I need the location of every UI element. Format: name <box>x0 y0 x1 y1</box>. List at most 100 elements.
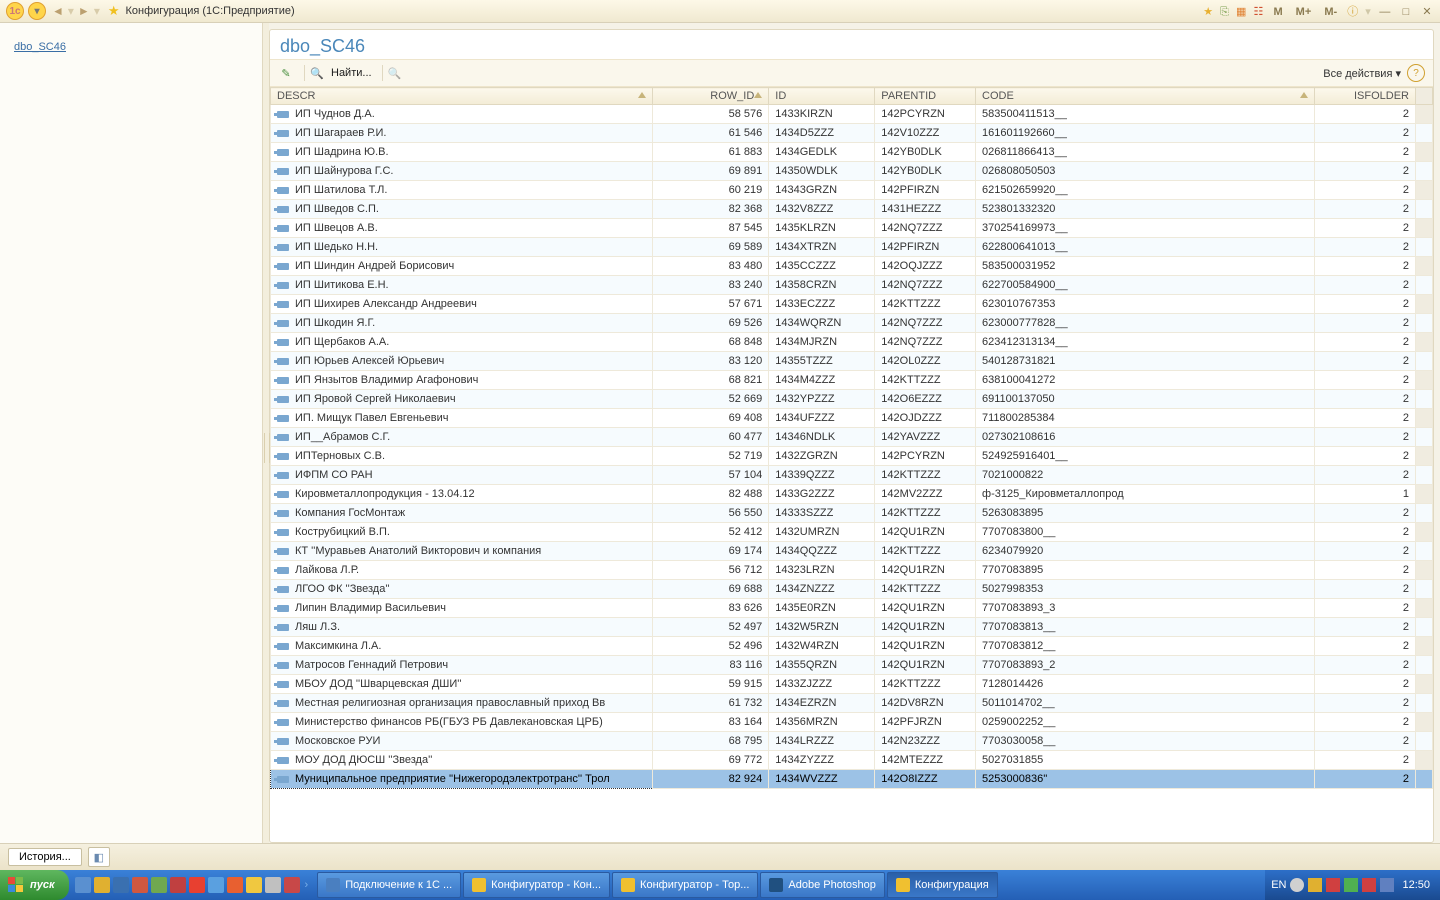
ql-icon[interactable] <box>113 877 129 893</box>
clear-search-icon[interactable]: 🔍 <box>387 65 403 81</box>
link-icon[interactable]: ⎘ <box>1220 6 1229 18</box>
table-row[interactable]: ИП Шадрина Ю.В.61 8831434GEDLK142YB0DLK0… <box>271 143 1433 162</box>
row-icon <box>277 453 289 460</box>
table-row[interactable]: Местная религиозная организация правосла… <box>271 694 1433 713</box>
table-row[interactable]: ИП. Мищук Павел Евгеньевич69 4081434UFZZ… <box>271 409 1433 428</box>
table-row[interactable]: ИП Швецов А.В.87 5451435KLRZN142NQ7ZZZ37… <box>271 219 1433 238</box>
table-row[interactable]: Матросов Геннадий Петрович83 11614355QRZ… <box>271 656 1433 675</box>
table-row[interactable]: Министерство финансов РБ(ГБУЗ РБ Давлека… <box>271 713 1433 732</box>
table-row[interactable]: ИП Янзытов Владимир Агафонович68 8211434… <box>271 371 1433 390</box>
table-row[interactable]: ИП Шихирев Александр Андреевич57 6711433… <box>271 295 1433 314</box>
taskbar-task[interactable]: Подключение к 1С ... <box>317 872 461 898</box>
forward-sub-icon[interactable]: ▾ <box>94 4 100 18</box>
table-row[interactable]: ИП Шатилова Т.Л.60 21914343GRZN142PFIRZN… <box>271 181 1433 200</box>
table-row[interactable]: ИП Шайнурова Г.С.69 89114350WDLK142YB0DL… <box>271 162 1433 181</box>
fav-add-icon[interactable]: ★ <box>1203 6 1213 18</box>
back-icon[interactable]: ◄ <box>52 4 64 18</box>
back-sub-icon[interactable]: ▾ <box>68 4 74 18</box>
col-parentid[interactable]: PARENTID <box>875 88 976 105</box>
table-row[interactable]: Компания ГосМонтаж56 55014333SZZZ142KTTZ… <box>271 504 1433 523</box>
find-button[interactable]: Найти... <box>331 67 372 79</box>
table-row[interactable]: ИП Шитикова Е.Н.83 24014358CRZN142NQ7ZZZ… <box>271 276 1433 295</box>
table-row[interactable]: ИП Юрьев Алексей Юрьевич83 12014355TZZZ1… <box>271 352 1433 371</box>
col-isfolder[interactable]: ISFOLDER <box>1315 88 1416 105</box>
table-row[interactable]: Лайкова Л.Р.56 71214323LRZN142QU1RZN7707… <box>271 561 1433 580</box>
start-button[interactable]: пуск <box>0 870 69 900</box>
dropdown-icon[interactable]: ▾ <box>28 2 46 20</box>
ql-icon[interactable] <box>208 877 224 893</box>
ql-icon[interactable] <box>170 877 186 893</box>
table-row[interactable]: ИП Шагараев Р.И.61 5461434D5ZZZ142V10ZZZ… <box>271 124 1433 143</box>
splitter[interactable] <box>263 23 269 843</box>
col-code[interactable]: CODE <box>976 88 1315 105</box>
search-icon[interactable]: 🔍 <box>309 65 325 81</box>
table-row[interactable]: Липин Владимир Васильевич83 6261435E0RZN… <box>271 599 1433 618</box>
m-minus-button[interactable]: M- <box>1321 6 1340 18</box>
table-row[interactable]: ИП Щербаков А.А.68 8481434MJRZN142NQ7ZZZ… <box>271 333 1433 352</box>
ql-icon[interactable] <box>265 877 281 893</box>
table-row[interactable]: ИП Шедько Н.Н.69 5891434XTRZN142PFIRZN62… <box>271 238 1433 257</box>
sidebar-link[interactable]: dbo_SC46 <box>14 41 66 53</box>
table-row[interactable]: КТ ''Муравьев Анатолий Викторович и комп… <box>271 542 1433 561</box>
table-row[interactable]: Московское РУИ68 7951434LRZZZ142N23ZZZ77… <box>271 732 1433 751</box>
calc-icon[interactable]: ▦ <box>1236 6 1246 18</box>
table-row[interactable]: Максимкина Л.А.52 4961432W4RZN142QU1RZN7… <box>271 637 1433 656</box>
tray-icon[interactable] <box>1308 878 1322 892</box>
ql-icon[interactable] <box>246 877 262 893</box>
clock[interactable]: 12:50 <box>1402 879 1430 891</box>
table-row[interactable]: МБОУ ДОД ''Шварцевская ДШИ''59 9151433ZJ… <box>271 675 1433 694</box>
minimize-button[interactable]: — <box>1378 6 1392 18</box>
table-row[interactable]: ИП Шиндин Андрей Борисович83 4801435CCZZ… <box>271 257 1433 276</box>
table-row[interactable]: ИП Шведов С.П.82 3681432V8ZZZ1431HEZZZ52… <box>271 200 1433 219</box>
table-row[interactable]: ЛГОО ФК ''Звезда''69 6881434ZNZZZ142KTTZ… <box>271 580 1433 599</box>
ql-icon[interactable] <box>227 877 243 893</box>
col-rowid[interactable]: ROW_ID <box>652 88 769 105</box>
ql-icon[interactable] <box>151 877 167 893</box>
table-row[interactable]: Ляш Л.З.52 4971432W5RZN142QU1RZN77070838… <box>271 618 1433 637</box>
col-id[interactable]: ID <box>769 88 875 105</box>
tray-icon[interactable] <box>1380 878 1394 892</box>
scrollbar[interactable] <box>1416 88 1433 105</box>
row-icon <box>277 149 289 156</box>
table-row[interactable]: Кировметаллопродукция - 13.04.1282 48814… <box>271 485 1433 504</box>
task-icon <box>472 878 486 892</box>
maximize-button[interactable]: □ <box>1399 6 1413 18</box>
calendar-icon[interactable]: ☷ <box>1254 6 1264 18</box>
table-row[interactable]: МОУ ДОД ДЮСШ ''Звезда''69 7721434ZYZZZ14… <box>271 751 1433 770</box>
col-descr[interactable]: DESCR <box>271 88 653 105</box>
m-plus-button[interactable]: M+ <box>1293 6 1315 18</box>
edit-icon[interactable]: ✎ <box>278 65 294 81</box>
favorite-icon[interactable]: ★ <box>108 3 120 19</box>
tray-icon[interactable] <box>1290 878 1304 892</box>
taskbar-task[interactable]: Конфигуратор - Тор... <box>612 872 758 898</box>
table-row[interactable]: ИФПМ СО РАН57 10414339QZZZ142KTTZZZ70210… <box>271 466 1433 485</box>
forward-icon[interactable]: ► <box>78 4 90 18</box>
m-button[interactable]: M <box>1270 6 1285 18</box>
table-row[interactable]: ИП Чуднов Д.А.58 5761433KIRZN142PCYRZN58… <box>271 105 1433 124</box>
history-button[interactable]: История... <box>8 848 82 866</box>
table-row[interactable]: ИП Шкодин Я.Г.69 5261434WQRZN142NQ7ZZZ62… <box>271 314 1433 333</box>
table-row[interactable]: Муниципальное предприятие ''Нижегородэле… <box>271 770 1433 789</box>
panel-toggle-button[interactable]: ◧ <box>88 847 110 867</box>
table-row[interactable]: Кострубицкий В.П.52 4121432UMRZN142QU1RZ… <box>271 523 1433 542</box>
info-icon[interactable]: ⓘ <box>1347 6 1358 18</box>
taskbar-task[interactable]: Конфигуратор - Кон... <box>463 872 610 898</box>
table-row[interactable]: ИПТерновых С.В.52 7191432ZGRZN142PCYRZN5… <box>271 447 1433 466</box>
tray-icon[interactable] <box>1362 878 1376 892</box>
ql-icon[interactable] <box>189 877 205 893</box>
taskbar-task[interactable]: Adobe Photoshop <box>760 872 884 898</box>
ql-icon[interactable] <box>94 877 110 893</box>
lang-indicator[interactable]: EN <box>1271 879 1286 891</box>
ql-icon[interactable] <box>284 877 300 893</box>
ql-icon[interactable] <box>75 877 91 893</box>
close-button[interactable]: ✕ <box>1420 5 1434 18</box>
tray-icon[interactable] <box>1326 878 1340 892</box>
data-grid[interactable]: DESCR ROW_ID ID PARENTID CODE ISFOLDER И… <box>270 87 1433 842</box>
ql-icon[interactable] <box>132 877 148 893</box>
help-icon[interactable]: ? <box>1407 64 1425 82</box>
tray-icon[interactable] <box>1344 878 1358 892</box>
table-row[interactable]: ИП Яровой Сергей Николаевич52 6691432YPZ… <box>271 390 1433 409</box>
all-actions-button[interactable]: Все действия ▾ <box>1323 67 1401 80</box>
table-row[interactable]: ИП__Абрамов С.Г.60 47714346NDLK142YAVZZZ… <box>271 428 1433 447</box>
taskbar-task[interactable]: Конфигурация <box>887 872 998 898</box>
